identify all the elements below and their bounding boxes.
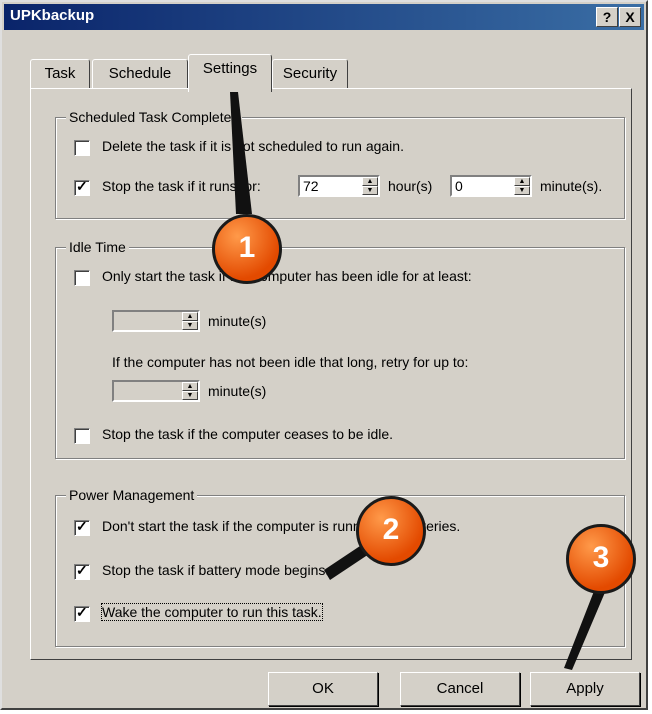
scheduled-task-legend: Scheduled Task Completed <box>66 109 243 125</box>
hours-spinner[interactable]: 72 ▲ ▼ <box>298 175 380 197</box>
idle-minutes-label: minute(s) <box>208 313 267 329</box>
tab-schedule[interactable]: Schedule <box>92 59 188 89</box>
idle-time-legend: Idle Time <box>66 239 129 255</box>
cancel-button[interactable]: Cancel <box>400 672 520 706</box>
hours-value: 72 <box>303 178 319 194</box>
check-icon: ✓ <box>76 518 88 534</box>
minutes-spinner[interactable]: 0 ▲ ▼ <box>450 175 532 197</box>
check-icon: ✓ <box>76 604 88 620</box>
callout-2-badge: 2 <box>356 496 426 566</box>
spin-up-icon[interactable]: ▲ <box>182 382 198 391</box>
window-title: UPKbackup <box>10 7 95 24</box>
idle-minutes-spinner[interactable]: ▲ ▼ <box>112 310 200 332</box>
ok-button[interactable]: OK <box>268 672 378 706</box>
scheduled-task-group: Scheduled Task Completed Delete the task… <box>55 109 625 219</box>
retry-minutes-label: minute(s) <box>208 383 267 399</box>
spin-down-icon[interactable]: ▼ <box>182 321 198 330</box>
minutes-value: 0 <box>455 178 463 194</box>
stop-task-runs-checkbox[interactable]: ✓ <box>74 178 90 196</box>
battery-mode-label: Stop the task if battery mode begins. <box>102 562 330 578</box>
battery-mode-checkbox[interactable]: ✓ <box>74 562 90 580</box>
hours-spin-arrows: ▲ ▼ <box>362 177 378 195</box>
wake-computer-label: Wake the computer to run this task. <box>101 603 323 621</box>
stop-idle-checkbox[interactable] <box>74 428 90 444</box>
title-bar: UPKbackup ? X <box>4 4 644 30</box>
stop-task-runs-label: Stop the task if it runs for: <box>102 178 261 194</box>
callout-1-badge: 1 <box>212 214 282 284</box>
apply-button[interactable]: Apply <box>530 672 640 706</box>
spin-up-icon[interactable]: ▲ <box>514 177 530 186</box>
settings-panel: Scheduled Task Completed Delete the task… <box>30 88 632 660</box>
only-start-idle-checkbox[interactable] <box>74 270 90 286</box>
tab-settings[interactable]: Settings <box>188 54 272 92</box>
spin-down-icon[interactable]: ▼ <box>182 391 198 400</box>
delete-task-label: Delete the task if it is not scheduled t… <box>102 138 404 154</box>
dialog-window: UPKbackup ? X Task Schedule Settings Sec… <box>0 0 648 710</box>
retry-spin-arrows: ▲ ▼ <box>182 382 198 400</box>
tab-task[interactable]: Task <box>30 59 90 89</box>
callout-3-badge: 3 <box>566 524 636 594</box>
minutes-label: minute(s). <box>540 178 603 194</box>
only-start-idle-label: Only start the task if the computer has … <box>102 268 472 284</box>
close-button[interactable]: X <box>619 7 641 27</box>
spin-down-icon[interactable]: ▼ <box>514 186 530 195</box>
delete-task-checkbox[interactable] <box>74 140 90 156</box>
check-icon: ✓ <box>76 178 88 194</box>
idle-time-group: Idle Time Only start the task if the com… <box>55 239 625 459</box>
hours-label: hour(s) <box>388 178 433 194</box>
retry-text: If the computer has not been idle that l… <box>112 354 469 370</box>
power-management-legend: Power Management <box>66 487 198 503</box>
stop-idle-label: Stop the task if the computer ceases to … <box>102 426 394 442</box>
idle-spin-arrows: ▲ ▼ <box>182 312 198 330</box>
help-button[interactable]: ? <box>596 7 618 27</box>
power-management-group: Power Management ✓ Don't start the task … <box>55 487 625 647</box>
tab-security[interactable]: Security <box>272 59 348 89</box>
check-icon: ✓ <box>76 562 88 578</box>
spin-up-icon[interactable]: ▲ <box>182 312 198 321</box>
spin-down-icon[interactable]: ▼ <box>362 186 378 195</box>
wake-computer-checkbox[interactable]: ✓ <box>74 604 90 622</box>
retry-minutes-spinner[interactable]: ▲ ▼ <box>112 380 200 402</box>
no-batteries-checkbox[interactable]: ✓ <box>74 518 90 536</box>
minutes-spin-arrows: ▲ ▼ <box>514 177 530 195</box>
spin-up-icon[interactable]: ▲ <box>362 177 378 186</box>
